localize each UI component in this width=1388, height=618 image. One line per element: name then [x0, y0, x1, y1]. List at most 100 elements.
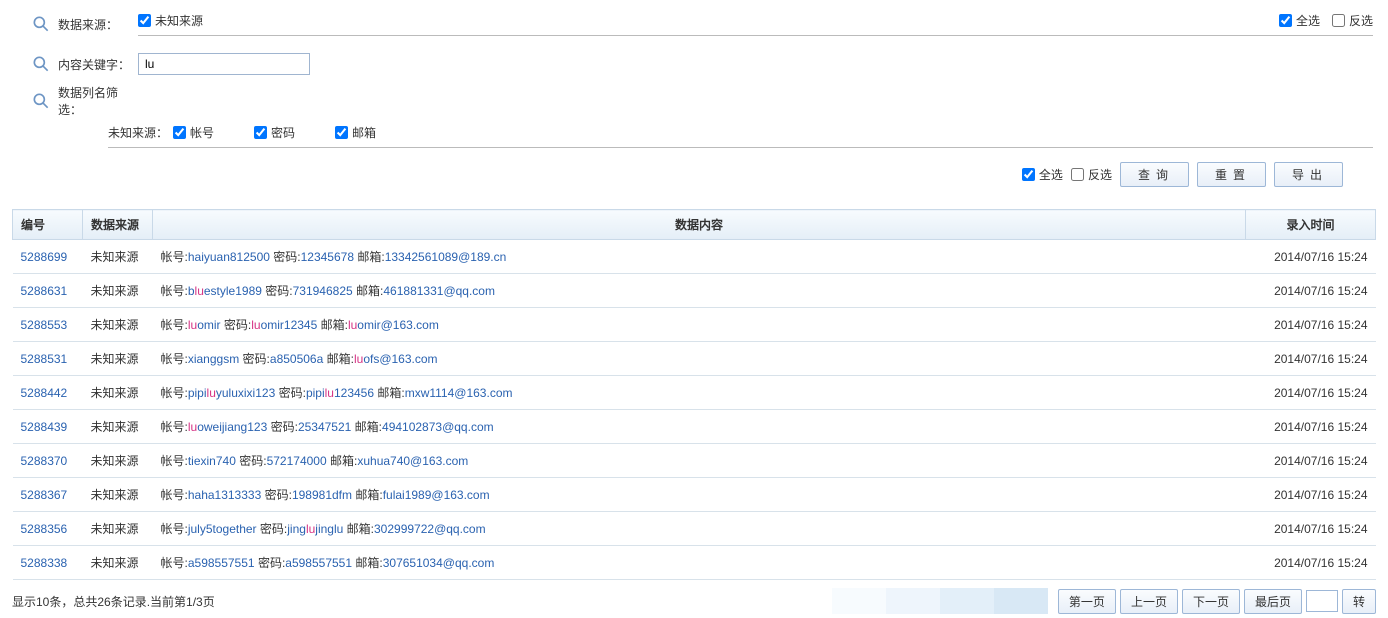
data-source-label: 数据来源：	[58, 16, 138, 33]
cell-source: 未知来源	[83, 342, 153, 376]
col-password-input[interactable]	[254, 126, 267, 139]
th-content[interactable]: 数据内容	[153, 210, 1246, 240]
table-row[interactable]: 5288370未知来源帐号:tiexin740 密码:572174000 邮箱:…	[13, 444, 1376, 478]
cell-content: 帐号:luomir 密码:luomir12345 邮箱:luomir@163.c…	[153, 308, 1246, 342]
cell-content: 帐号:xianggsm 密码:a850506a 邮箱:luofs@163.com	[153, 342, 1246, 376]
cell-time: 2014/07/16 15:24	[1246, 376, 1376, 410]
cell-content: 帐号:tiexin740 密码:572174000 邮箱:xuhua740@16…	[153, 444, 1246, 478]
cell-id: 5288531	[13, 342, 83, 376]
invert-select-source-input[interactable]	[1332, 14, 1345, 27]
col-account-input[interactable]	[173, 126, 186, 139]
cell-content: 帐号:july5together 密码:jinglujinglu 邮箱:3029…	[153, 512, 1246, 546]
unknown-source-checkbox[interactable]: 未知来源	[138, 12, 203, 29]
go-button[interactable]: 转	[1342, 589, 1376, 614]
search-icon	[30, 13, 52, 35]
cell-content: 帐号:haha1313333 密码:198981dfm 邮箱:fulai1989…	[153, 478, 1246, 512]
cell-time: 2014/07/16 15:24	[1246, 308, 1376, 342]
col-password-checkbox[interactable]: 密码	[254, 124, 295, 141]
cell-content: 帐号:haiyuan812500 密码:12345678 邮箱:13342561…	[153, 240, 1246, 274]
col-email-input[interactable]	[335, 126, 348, 139]
select-all-cols[interactable]: 全选	[1022, 166, 1063, 183]
cell-id: 5288338	[13, 546, 83, 580]
cell-source: 未知来源	[83, 512, 153, 546]
keyword-label: 内容关键字：	[58, 56, 138, 73]
cell-id: 5288442	[13, 376, 83, 410]
cell-time: 2014/07/16 15:24	[1246, 240, 1376, 274]
th-id[interactable]: 编号	[13, 210, 83, 240]
export-button[interactable]: 导出	[1274, 162, 1343, 187]
invert-select-source[interactable]: 反选	[1332, 12, 1373, 29]
footer-info: 显示10条，总共26条记录.当前第1/3页	[12, 593, 215, 610]
cell-source: 未知来源	[83, 546, 153, 580]
search-icon	[30, 90, 52, 112]
col-email-checkbox[interactable]: 邮箱	[335, 124, 376, 141]
action-row: 全选 反选 查询 重置 导出	[30, 152, 1373, 197]
invert-select-cols-text: 反选	[1088, 166, 1112, 183]
cell-content: 帐号:pipiluyuluxixi123 密码:pipilu123456 邮箱:…	[153, 376, 1246, 410]
data-table: 编号 数据来源 数据内容 录入时间 5288699未知来源帐号:haiyuan8…	[12, 209, 1376, 580]
first-page-button[interactable]: 第一页	[1058, 589, 1116, 614]
table-row[interactable]: 5288553未知来源帐号:luomir 密码:luomir12345 邮箱:l…	[13, 308, 1376, 342]
cell-id: 5288439	[13, 410, 83, 444]
select-all-source-text: 全选	[1296, 12, 1320, 29]
prev-page-button[interactable]: 上一页	[1120, 589, 1178, 614]
cell-id: 5288367	[13, 478, 83, 512]
cell-id: 5288553	[13, 308, 83, 342]
cell-time: 2014/07/16 15:24	[1246, 274, 1376, 308]
col-account-text: 帐号	[190, 124, 214, 141]
footer: 显示10条，总共26条记录.当前第1/3页 第一页 上一页 下一页 最后页 转	[0, 580, 1388, 618]
col-account-checkbox[interactable]: 帐号	[173, 124, 214, 141]
cell-source: 未知来源	[83, 274, 153, 308]
cell-id: 5288631	[13, 274, 83, 308]
select-all-cols-text: 全选	[1039, 166, 1063, 183]
keyword-input[interactable]	[138, 53, 310, 75]
cell-content: 帐号:a598557551 密码:a598557551 邮箱:307651034…	[153, 546, 1246, 580]
table-row[interactable]: 5288338未知来源帐号:a598557551 密码:a598557551 邮…	[13, 546, 1376, 580]
table-row[interactable]: 5288699未知来源帐号:haiyuan812500 密码:12345678 …	[13, 240, 1376, 274]
query-button[interactable]: 查询	[1120, 162, 1189, 187]
table-row[interactable]: 5288356未知来源帐号:july5together 密码:jinglujin…	[13, 512, 1376, 546]
cell-id: 5288370	[13, 444, 83, 478]
cell-source: 未知来源	[83, 240, 153, 274]
cell-time: 2014/07/16 15:24	[1246, 478, 1376, 512]
column-filter-label: 数据列名筛选：	[58, 84, 138, 118]
cell-source: 未知来源	[83, 376, 153, 410]
page-input[interactable]	[1306, 590, 1338, 612]
select-all-source[interactable]: 全选	[1279, 12, 1320, 29]
th-source[interactable]: 数据来源	[83, 210, 153, 240]
reset-button[interactable]: 重置	[1197, 162, 1266, 187]
next-page-button[interactable]: 下一页	[1182, 589, 1240, 614]
unknown-source-text: 未知来源	[155, 12, 203, 29]
cell-time: 2014/07/16 15:24	[1246, 410, 1376, 444]
th-time[interactable]: 录入时间	[1246, 210, 1376, 240]
table-row[interactable]: 5288439未知来源帐号:luoweijiang123 密码:25347521…	[13, 410, 1376, 444]
cell-time: 2014/07/16 15:24	[1246, 444, 1376, 478]
table-row[interactable]: 5288367未知来源帐号:haha1313333 密码:198981dfm 邮…	[13, 478, 1376, 512]
cell-time: 2014/07/16 15:24	[1246, 342, 1376, 376]
cell-source: 未知来源	[83, 444, 153, 478]
cell-content: 帐号:bluestyle1989 密码:731946825 邮箱:4618813…	[153, 274, 1246, 308]
cell-source: 未知来源	[83, 478, 153, 512]
search-icon	[30, 53, 52, 75]
cell-time: 2014/07/16 15:24	[1246, 512, 1376, 546]
pager-gradient-bar	[832, 588, 1048, 614]
select-all-cols-input[interactable]	[1022, 168, 1035, 181]
col-email-text: 邮箱	[352, 124, 376, 141]
last-page-button[interactable]: 最后页	[1244, 589, 1302, 614]
select-all-source-input[interactable]	[1279, 14, 1292, 27]
filter-panel: 数据来源： 未知来源 全选 反选	[0, 0, 1388, 209]
unknown-source-input[interactable]	[138, 14, 151, 27]
cell-content: 帐号:luoweijiang123 密码:25347521 邮箱:4941028…	[153, 410, 1246, 444]
invert-select-cols-input[interactable]	[1071, 168, 1084, 181]
cell-time: 2014/07/16 15:24	[1246, 546, 1376, 580]
table-row[interactable]: 5288531未知来源帐号:xianggsm 密码:a850506a 邮箱:lu…	[13, 342, 1376, 376]
cell-id: 5288356	[13, 512, 83, 546]
invert-select-cols[interactable]: 反选	[1071, 166, 1112, 183]
cell-id: 5288699	[13, 240, 83, 274]
table-row[interactable]: 5288631未知来源帐号:bluestyle1989 密码:731946825…	[13, 274, 1376, 308]
cell-source: 未知来源	[83, 308, 153, 342]
invert-select-source-text: 反选	[1349, 12, 1373, 29]
source-prefix-label: 未知来源：	[108, 124, 173, 141]
col-password-text: 密码	[271, 124, 295, 141]
table-row[interactable]: 5288442未知来源帐号:pipiluyuluxixi123 密码:pipil…	[13, 376, 1376, 410]
